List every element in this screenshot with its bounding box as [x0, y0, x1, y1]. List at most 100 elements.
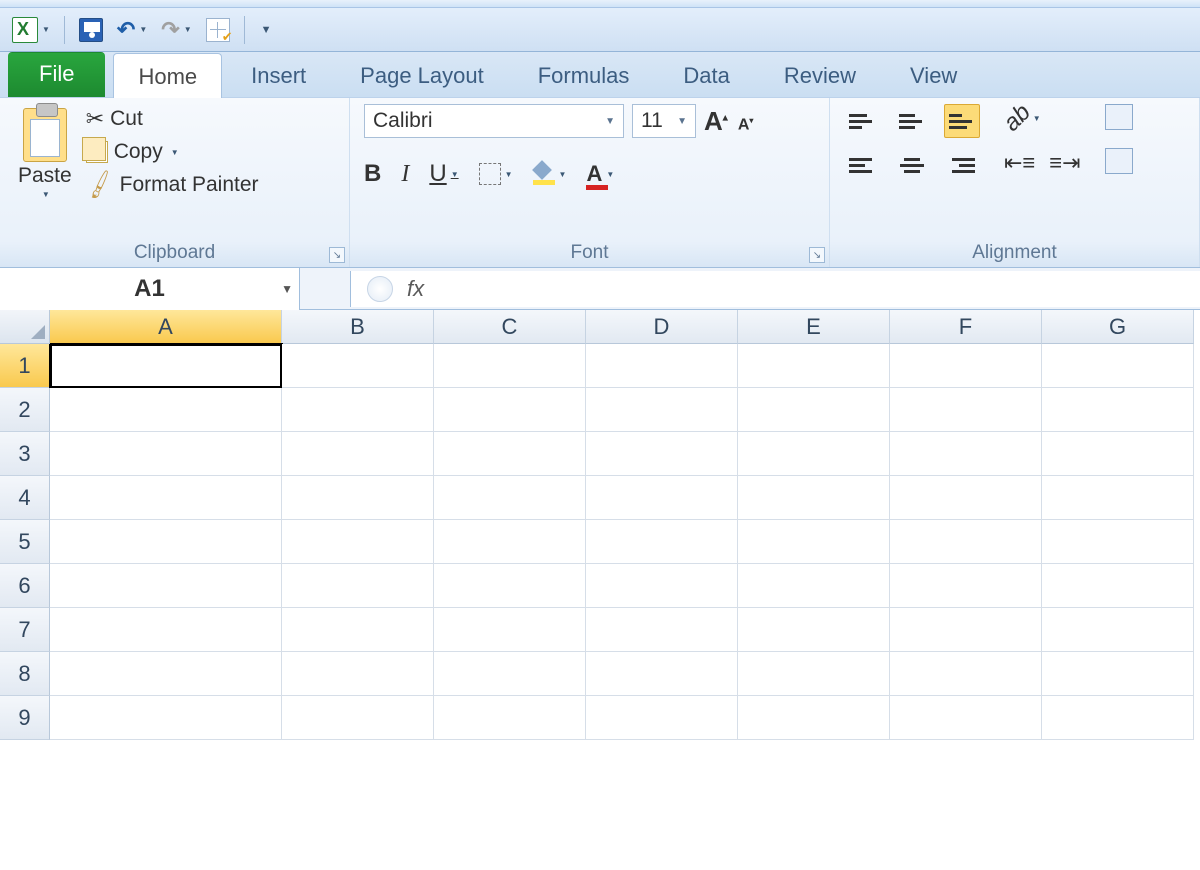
cell[interactable] — [890, 608, 1042, 652]
cell[interactable] — [586, 344, 738, 388]
merge-center-button[interactable] — [1105, 148, 1133, 174]
cell[interactable] — [1042, 564, 1194, 608]
select-all-corner[interactable] — [0, 310, 50, 344]
cell[interactable] — [282, 608, 434, 652]
align-bottom-button[interactable] — [944, 104, 980, 138]
bold-button[interactable]: B — [364, 160, 381, 188]
cell[interactable] — [434, 564, 586, 608]
row-header-5[interactable]: 5 — [0, 520, 50, 564]
cell[interactable] — [1042, 652, 1194, 696]
cell[interactable] — [738, 564, 890, 608]
cut-button[interactable]: ✂ Cut — [84, 104, 261, 134]
cell[interactable] — [1042, 344, 1194, 388]
cell[interactable] — [890, 432, 1042, 476]
cell[interactable] — [586, 564, 738, 608]
cell[interactable] — [890, 476, 1042, 520]
cell[interactable] — [434, 652, 586, 696]
font-size-combo[interactable]: 11 ▼ — [632, 104, 696, 138]
cell[interactable] — [1042, 432, 1194, 476]
cell[interactable] — [738, 608, 890, 652]
row-header-8[interactable]: 8 — [0, 652, 50, 696]
cell[interactable] — [50, 520, 282, 564]
underline-button[interactable]: U▼ — [429, 160, 458, 188]
name-box[interactable]: A1 ▼ — [0, 268, 300, 310]
paste-button[interactable]: Paste ▼ — [14, 104, 76, 203]
cell[interactable] — [586, 608, 738, 652]
cell[interactable] — [890, 344, 1042, 388]
column-header-b[interactable]: B — [282, 310, 434, 344]
cell[interactable] — [1042, 696, 1194, 740]
insert-function-button[interactable]: fx — [407, 276, 424, 302]
cell[interactable] — [890, 696, 1042, 740]
cell[interactable] — [738, 652, 890, 696]
cell[interactable] — [282, 344, 434, 388]
customize-qat-button[interactable]: ▼ — [255, 21, 276, 39]
save-button[interactable] — [75, 15, 107, 45]
cell[interactable] — [434, 696, 586, 740]
cell[interactable] — [890, 520, 1042, 564]
row-header-3[interactable]: 3 — [0, 432, 50, 476]
app-menu-button[interactable]: ▼ — [8, 14, 54, 46]
copy-button[interactable]: Copy ▼ — [84, 138, 261, 166]
align-right-button[interactable] — [944, 148, 980, 182]
cell[interactable] — [1042, 388, 1194, 432]
tab-data[interactable]: Data — [658, 52, 754, 97]
cell[interactable] — [50, 652, 282, 696]
cell[interactable] — [50, 432, 282, 476]
cell[interactable] — [282, 564, 434, 608]
grow-font-button[interactable]: A▴ — [704, 106, 728, 137]
tab-view[interactable]: View — [885, 52, 982, 97]
align-middle-button[interactable] — [894, 104, 930, 138]
tab-home[interactable]: Home — [113, 53, 222, 98]
clipboard-dialog-launcher[interactable]: ↘ — [329, 247, 345, 263]
cell[interactable] — [50, 388, 282, 432]
tab-review[interactable]: Review — [759, 52, 881, 97]
row-header-4[interactable]: 4 — [0, 476, 50, 520]
cell[interactable] — [1042, 520, 1194, 564]
cell[interactable] — [890, 388, 1042, 432]
cell[interactable] — [890, 652, 1042, 696]
cell[interactable] — [738, 476, 890, 520]
font-name-combo[interactable]: Calibri ▼ — [364, 104, 624, 138]
cell[interactable] — [282, 476, 434, 520]
cell[interactable] — [282, 388, 434, 432]
align-left-button[interactable] — [844, 148, 880, 182]
cell[interactable] — [434, 432, 586, 476]
cell[interactable] — [434, 476, 586, 520]
column-header-a[interactable]: A — [50, 310, 282, 344]
formula-input[interactable] — [438, 271, 1184, 307]
cell[interactable] — [282, 696, 434, 740]
cell[interactable] — [586, 652, 738, 696]
orientation-button[interactable]: ab▼ — [1004, 104, 1081, 132]
shrink-font-button[interactable]: A▾ — [738, 116, 754, 134]
cell[interactable] — [586, 388, 738, 432]
cell[interactable] — [1042, 608, 1194, 652]
column-header-g[interactable]: G — [1042, 310, 1194, 344]
cell[interactable] — [586, 432, 738, 476]
italic-button[interactable]: I — [401, 161, 409, 188]
cell[interactable] — [1042, 476, 1194, 520]
quick-print-preview-button[interactable] — [202, 15, 234, 45]
undo-button[interactable]: ↶ ▼ — [113, 14, 151, 46]
cell-a1[interactable] — [50, 344, 282, 388]
cell[interactable] — [434, 608, 586, 652]
tab-page-layout[interactable]: Page Layout — [335, 52, 509, 97]
cell[interactable] — [434, 344, 586, 388]
align-top-button[interactable] — [844, 104, 880, 138]
cancel-formula-icon[interactable] — [367, 276, 393, 302]
fill-color-button[interactable]: ▼ — [533, 163, 567, 185]
cell[interactable] — [586, 476, 738, 520]
font-dialog-launcher[interactable]: ↘ — [809, 247, 825, 263]
row-header-6[interactable]: 6 — [0, 564, 50, 608]
cell[interactable] — [50, 608, 282, 652]
row-header-9[interactable]: 9 — [0, 696, 50, 740]
column-header-f[interactable]: F — [890, 310, 1042, 344]
tab-insert[interactable]: Insert — [226, 52, 331, 97]
column-header-c[interactable]: C — [434, 310, 586, 344]
increase-indent-button[interactable]: ≡⇥ — [1049, 150, 1080, 176]
cell[interactable] — [738, 520, 890, 564]
wrap-text-button[interactable] — [1105, 104, 1133, 130]
borders-button[interactable]: ▼ — [479, 163, 513, 185]
cell[interactable] — [282, 432, 434, 476]
format-painter-button[interactable]: 🖌 Format Painter — [84, 170, 261, 200]
